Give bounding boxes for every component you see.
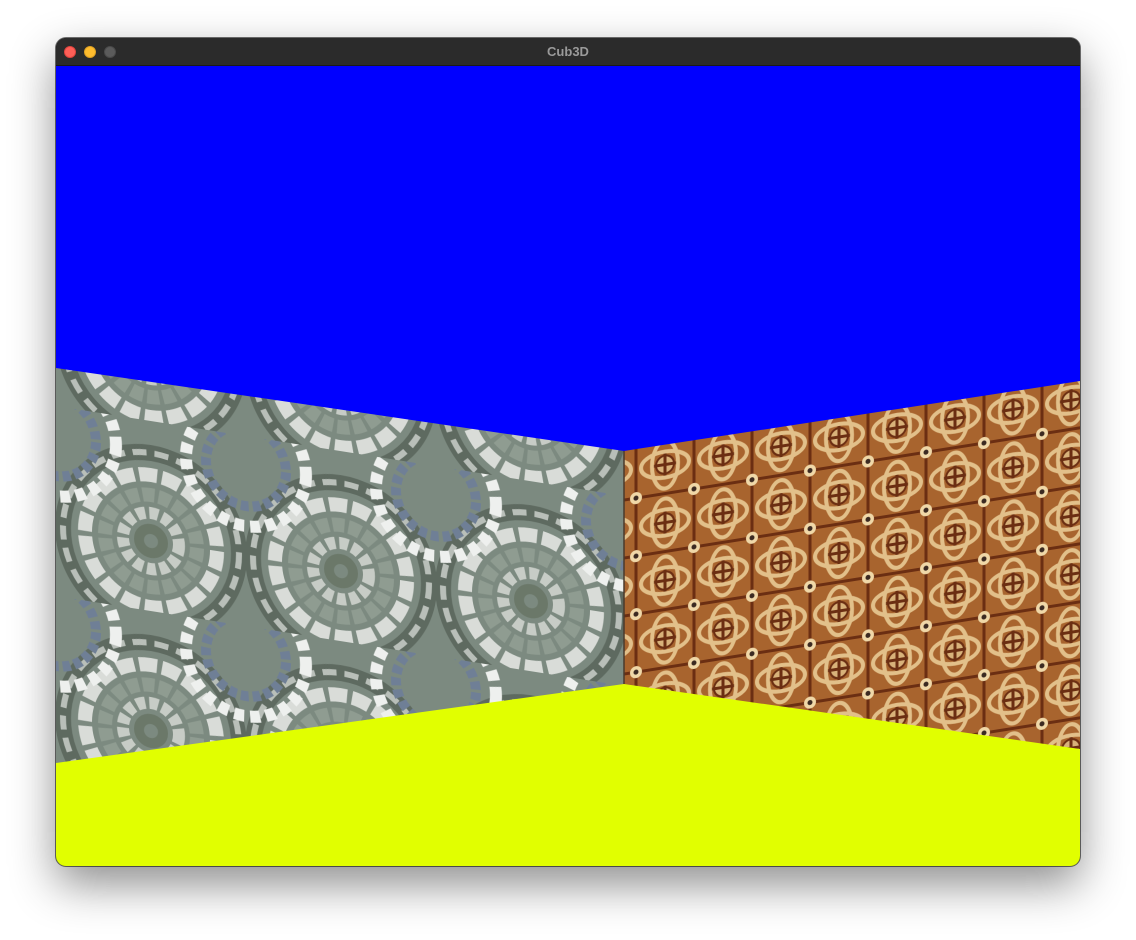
window-title: Cub3D xyxy=(547,44,589,59)
title-bar[interactable]: Cub3D xyxy=(56,38,1080,66)
app-window: Cub3D xyxy=(56,38,1080,866)
raycast-render xyxy=(56,66,1080,866)
game-viewport[interactable] xyxy=(56,66,1080,866)
